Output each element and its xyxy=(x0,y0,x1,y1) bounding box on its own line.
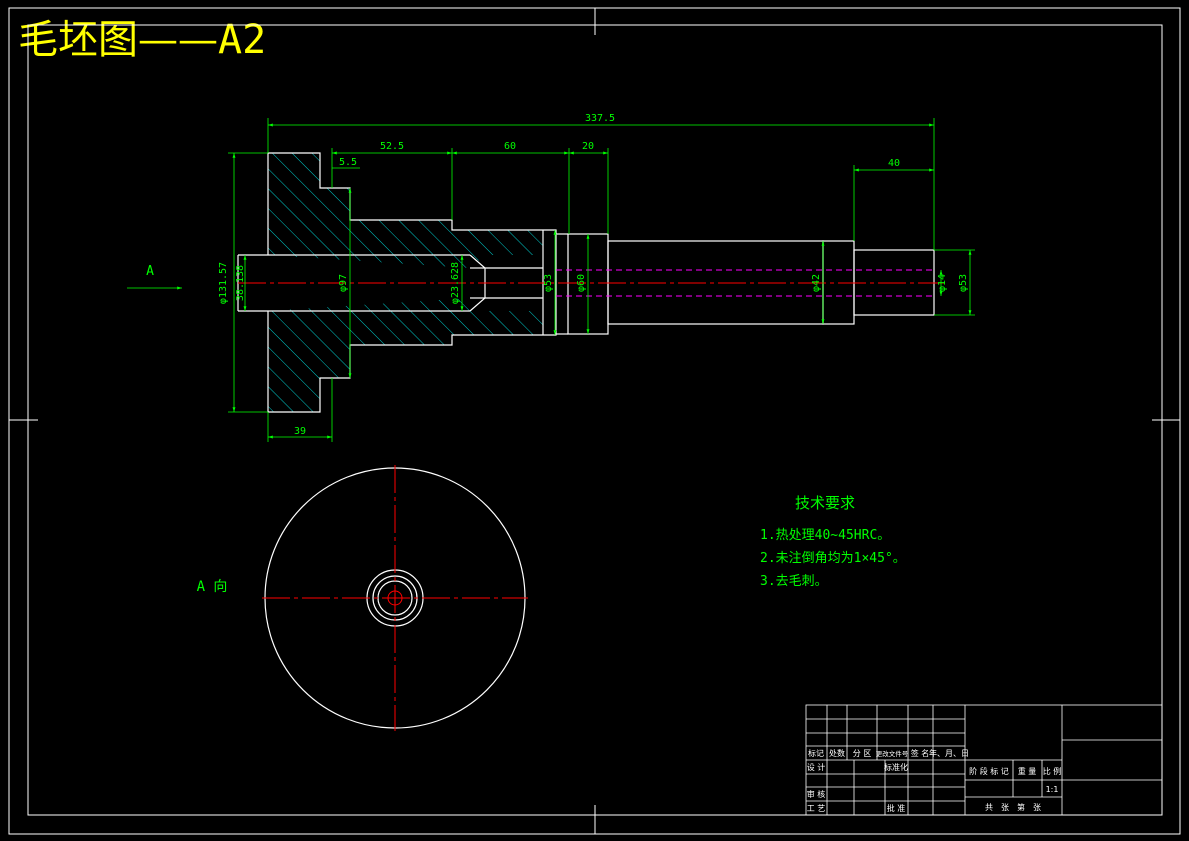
sheet-border xyxy=(8,7,1181,835)
tb-scale-value: 1:1 xyxy=(1046,785,1059,794)
hatched-section-top xyxy=(268,153,543,268)
dim-flange-width: 39 xyxy=(294,426,306,437)
dim-d53a: φ53 xyxy=(543,274,554,292)
tb-label-zone: 分 区 xyxy=(853,749,872,758)
view-arrow-label: A xyxy=(146,264,154,279)
dim-d14: φ14 xyxy=(937,274,948,292)
tb-approve: 批 准 xyxy=(887,803,906,813)
tb-label-change-doc: 更改文件号 xyxy=(876,749,909,758)
requirement-item-3: 3.去毛刺。 xyxy=(760,574,828,589)
drawing-sheet: 337.5 52.5 60 20 5.5 40 39 φ131.57 38.13… xyxy=(8,7,1181,835)
tb-process: 工 艺 xyxy=(807,804,826,813)
dim-d42: φ42 xyxy=(811,274,822,292)
tb-standard: 标准化 xyxy=(884,762,908,772)
requirement-item-1: 1.热处理40~45HRC。 xyxy=(760,528,890,543)
title-block-texts: 标记 处数 分 区 更改文件号 签 名 年、月、日 设 计 标准化 审 核 工 … xyxy=(807,748,1062,813)
requirements-heading: 技术要求 xyxy=(795,494,855,512)
dim-total-length: 337.5 xyxy=(585,113,615,124)
tb-sheets: 共 张 第 张 xyxy=(985,802,1041,812)
dim-seg-2: 60 xyxy=(504,141,516,152)
dim-step: 5.5 xyxy=(339,157,357,168)
dim-right-end: 40 xyxy=(888,158,900,169)
end-view: A 向 xyxy=(197,465,528,731)
technical-requirements: 技术要求 1.热处理40~45HRC。 2.未注倒角均为1×45°。 3.去毛刺… xyxy=(760,494,906,589)
tb-label-mark: 标记 xyxy=(808,748,824,758)
dim-bore-dia: 38.138 xyxy=(235,265,246,301)
tb-review: 审 核 xyxy=(807,789,826,799)
dim-seg-1: 52.5 xyxy=(380,141,404,152)
tb-label-sign: 签 名 xyxy=(911,748,930,758)
dim-d23: φ23.628 xyxy=(450,262,461,304)
hatched-section-bottom xyxy=(268,298,543,412)
tb-label-count: 处数 xyxy=(829,748,845,758)
tb-scale: 比 例 xyxy=(1043,766,1062,776)
dim-d60: φ60 xyxy=(576,274,587,292)
tb-label-date: 年、月、日 xyxy=(929,748,969,758)
dim-outer-dia: φ131.57 xyxy=(218,262,229,304)
dim-seg-3: 20 xyxy=(582,141,594,152)
dim-d53b: φ53 xyxy=(958,274,969,292)
tb-stage-mark: 阶 段 标 记 xyxy=(969,766,1009,776)
requirement-item-2: 2.未注倒角均为1×45°。 xyxy=(760,551,906,566)
title-block xyxy=(805,704,1163,816)
tb-weight: 重 量 xyxy=(1018,766,1037,776)
view-direction-label: A 向 xyxy=(197,579,228,595)
tb-design: 设 计 xyxy=(807,762,826,772)
dim-d97: φ97 xyxy=(338,274,349,292)
